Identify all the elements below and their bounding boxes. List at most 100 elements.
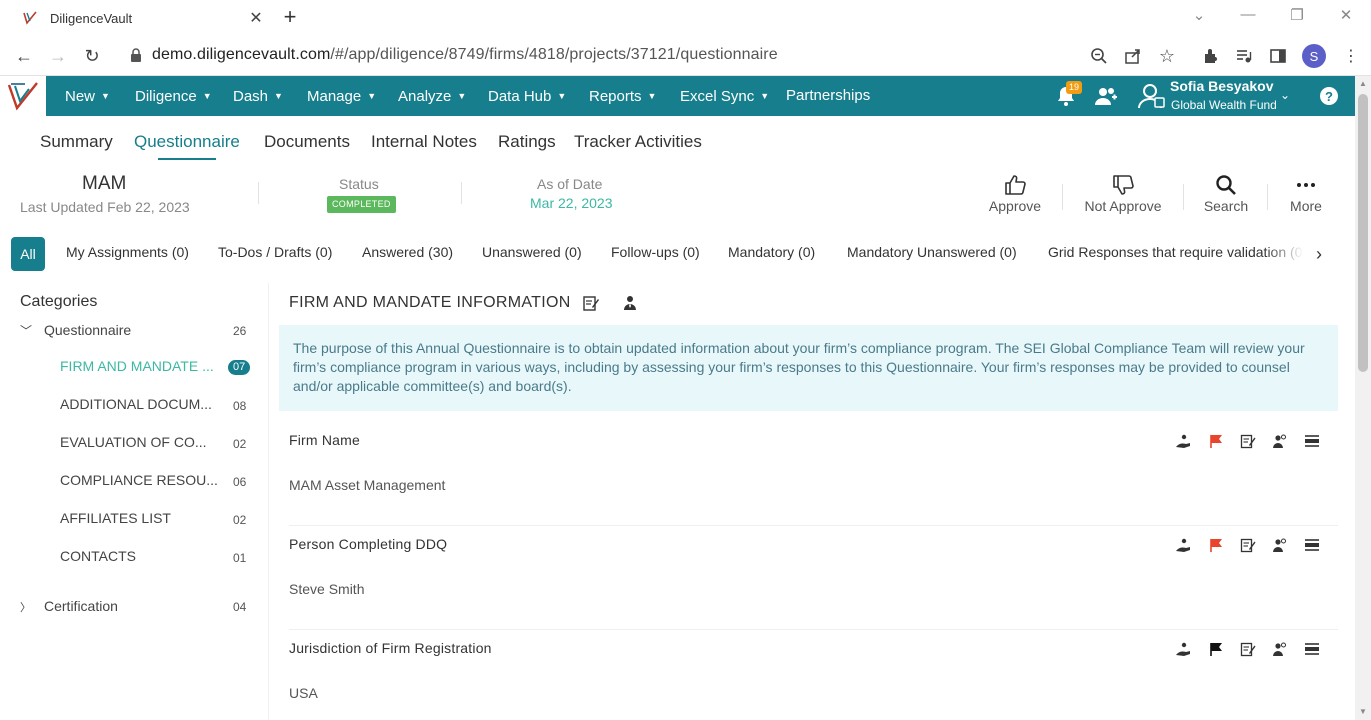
page-scrollbar[interactable]: ▲ ▼ bbox=[1355, 76, 1371, 720]
edit-note-icon[interactable] bbox=[1239, 432, 1257, 450]
assign-user-icon[interactable] bbox=[1270, 432, 1288, 450]
close-window-icon[interactable]: ✕ bbox=[1331, 6, 1361, 24]
users-icon[interactable] bbox=[1094, 85, 1118, 107]
status-badge: COMPLETED bbox=[327, 196, 396, 213]
minimize-icon[interactable]: — bbox=[1233, 6, 1263, 23]
tab-tracker-activities[interactable]: Tracker Activities bbox=[574, 132, 702, 152]
tab-documents[interactable]: Documents bbox=[264, 132, 350, 152]
tab-internal-notes[interactable]: Internal Notes bbox=[371, 132, 477, 152]
category-group[interactable]: ﹀ Questionnaire 26 bbox=[0, 322, 262, 346]
side-panel-icon[interactable] bbox=[1267, 45, 1289, 67]
flag-icon[interactable] bbox=[1207, 640, 1225, 658]
nav-menu-analyze[interactable]: Analyze ▼ bbox=[398, 76, 466, 116]
edit-icon[interactable] bbox=[582, 294, 600, 312]
filter-chip[interactable]: My Assignments (0) bbox=[66, 244, 189, 260]
approve-button[interactable]: Approve bbox=[985, 172, 1045, 214]
nav-menu-label: Data Hub bbox=[488, 88, 552, 105]
tab-summary[interactable]: Summary bbox=[40, 132, 113, 152]
question-answer[interactable]: USA bbox=[289, 685, 318, 701]
filter-chip[interactable]: Follow-ups (0) bbox=[611, 244, 700, 260]
edit-note-icon[interactable] bbox=[1239, 536, 1257, 554]
category-count: 26 bbox=[233, 324, 247, 338]
filter-chip[interactable]: Mandatory (0) bbox=[728, 244, 815, 260]
chevron-down-icon[interactable]: ⌄ bbox=[1280, 88, 1290, 102]
app-navbar: New ▼ Diligence ▼ Dash ▼ Manage ▼ Analyze ▼ Data H… bbox=[0, 76, 1355, 116]
browser-menu-icon[interactable]: ⋮ bbox=[1340, 45, 1362, 67]
back-icon[interactable]: ← bbox=[12, 44, 36, 68]
user-organization[interactable]: Global Wealth Fund bbox=[1171, 98, 1277, 112]
search-button[interactable]: Search bbox=[1196, 172, 1256, 214]
list-icon[interactable] bbox=[1303, 432, 1321, 450]
category-item-label: AFFILIATES LIST bbox=[60, 510, 171, 526]
question-answer[interactable]: Steve Smith bbox=[289, 581, 364, 597]
category-item[interactable]: ADDITIONAL DOCUM... 08 bbox=[0, 396, 262, 420]
raise-hand-icon[interactable] bbox=[1174, 640, 1192, 658]
reload-icon[interactable]: ↻ bbox=[80, 44, 104, 68]
tab-search-icon[interactable]: ⌄ bbox=[1184, 6, 1214, 24]
question-answer[interactable]: MAM Asset Management bbox=[289, 477, 445, 493]
scroll-thumb[interactable] bbox=[1358, 94, 1368, 372]
forward-icon[interactable]: → bbox=[46, 44, 70, 68]
caret-down-icon: ▼ bbox=[274, 91, 283, 101]
chip-fade-overlay bbox=[1265, 240, 1310, 268]
bookmark-star-icon[interactable]: ☆ bbox=[1156, 45, 1178, 67]
chevron-down-icon[interactable]: ﹀ bbox=[20, 322, 32, 339]
address-bar: ← → ↻ demo.diligencevault.com/#/app/dili… bbox=[0, 36, 1371, 76]
not-approve-button[interactable]: Not Approve bbox=[1078, 172, 1168, 214]
more-button[interactable]: More bbox=[1281, 172, 1331, 214]
nav-menu-dash[interactable]: Dash ▼ bbox=[233, 76, 283, 116]
category-count: 02 bbox=[233, 437, 247, 451]
url-field[interactable]: demo.diligencevault.com/#/app/diligence/… bbox=[152, 46, 778, 64]
app-logo[interactable] bbox=[0, 76, 46, 116]
tab-ratings[interactable]: Ratings bbox=[498, 132, 556, 152]
media-icon[interactable] bbox=[1233, 45, 1255, 67]
nav-menu-data-hub[interactable]: Data Hub ▼ bbox=[488, 76, 566, 116]
share-icon[interactable] bbox=[1122, 45, 1144, 67]
browser-tab[interactable]: DiligenceVault ✕ bbox=[8, 0, 270, 36]
user-account-icon[interactable] bbox=[1137, 82, 1165, 110]
raise-hand-icon[interactable] bbox=[1174, 536, 1192, 554]
edit-note-icon[interactable] bbox=[1239, 640, 1257, 658]
category-item[interactable]: FIRM AND MANDATE ... 07 bbox=[0, 358, 262, 382]
close-tab-icon[interactable]: ✕ bbox=[242, 8, 270, 28]
as-of-date[interactable]: Mar 22, 2023 bbox=[530, 195, 613, 211]
new-tab-icon[interactable]: + bbox=[278, 4, 302, 30]
filter-chip[interactable]: Answered (30) bbox=[362, 244, 453, 260]
category-item[interactable]: COMPLIANCE RESOU... 06 bbox=[0, 472, 262, 496]
scroll-down-icon[interactable]: ▼ bbox=[1355, 704, 1371, 720]
category-item[interactable]: EVALUATION OF CO... 02 bbox=[0, 434, 262, 458]
chevron-right-icon[interactable]: › bbox=[1316, 244, 1322, 265]
browser-tabbar: DiligenceVault ✕ + ⌄ — ❐ ✕ bbox=[0, 0, 1371, 36]
category-item[interactable]: CONTACTS 01 bbox=[0, 548, 262, 572]
list-icon[interactable] bbox=[1303, 640, 1321, 658]
nav-menu-reports[interactable]: Reports ▼ bbox=[589, 76, 656, 116]
nav-menu-excel-sync[interactable]: Excel Sync ▼ bbox=[680, 76, 769, 116]
extensions-icon[interactable] bbox=[1200, 45, 1222, 67]
flag-icon[interactable] bbox=[1207, 432, 1225, 450]
chevron-right-icon[interactable]: 〉 bbox=[20, 599, 31, 615]
user-name[interactable]: Sofia Besyakov bbox=[1170, 78, 1274, 94]
filter-chip[interactable]: To-Dos / Drafts (0) bbox=[218, 244, 332, 260]
raise-hand-icon[interactable] bbox=[1174, 432, 1192, 450]
nav-menu-diligence[interactable]: Diligence ▼ bbox=[135, 76, 212, 116]
filter-chip[interactable]: Unanswered (0) bbox=[482, 244, 582, 260]
profile-avatar[interactable]: S bbox=[1302, 44, 1326, 68]
category-item[interactable]: AFFILIATES LIST 02 bbox=[0, 510, 262, 534]
assign-user-icon[interactable] bbox=[1270, 640, 1288, 658]
flag-icon[interactable] bbox=[1207, 536, 1225, 554]
nav-menu-manage[interactable]: Manage ▼ bbox=[307, 76, 376, 116]
nav-menu-new[interactable]: New ▼ bbox=[65, 76, 110, 116]
list-icon[interactable] bbox=[1303, 536, 1321, 554]
restore-icon[interactable]: ❐ bbox=[1282, 6, 1312, 24]
tab-questionnaire[interactable]: Questionnaire bbox=[134, 132, 240, 152]
caret-down-icon: ▼ bbox=[202, 91, 212, 101]
category-group[interactable]: 〉 Certification 04 bbox=[0, 598, 262, 622]
filter-chip[interactable]: Mandatory Unanswered (0) bbox=[847, 244, 1017, 260]
nav-menu-partnerships[interactable]: Partnerships bbox=[786, 76, 870, 116]
scroll-up-icon[interactable]: ▲ bbox=[1355, 76, 1371, 92]
zoom-icon[interactable] bbox=[1088, 45, 1110, 67]
assign-user-icon[interactable] bbox=[1270, 536, 1288, 554]
filter-all[interactable]: All bbox=[11, 237, 45, 271]
assign-user-icon[interactable] bbox=[621, 294, 639, 312]
help-icon[interactable]: ? bbox=[1320, 87, 1338, 105]
